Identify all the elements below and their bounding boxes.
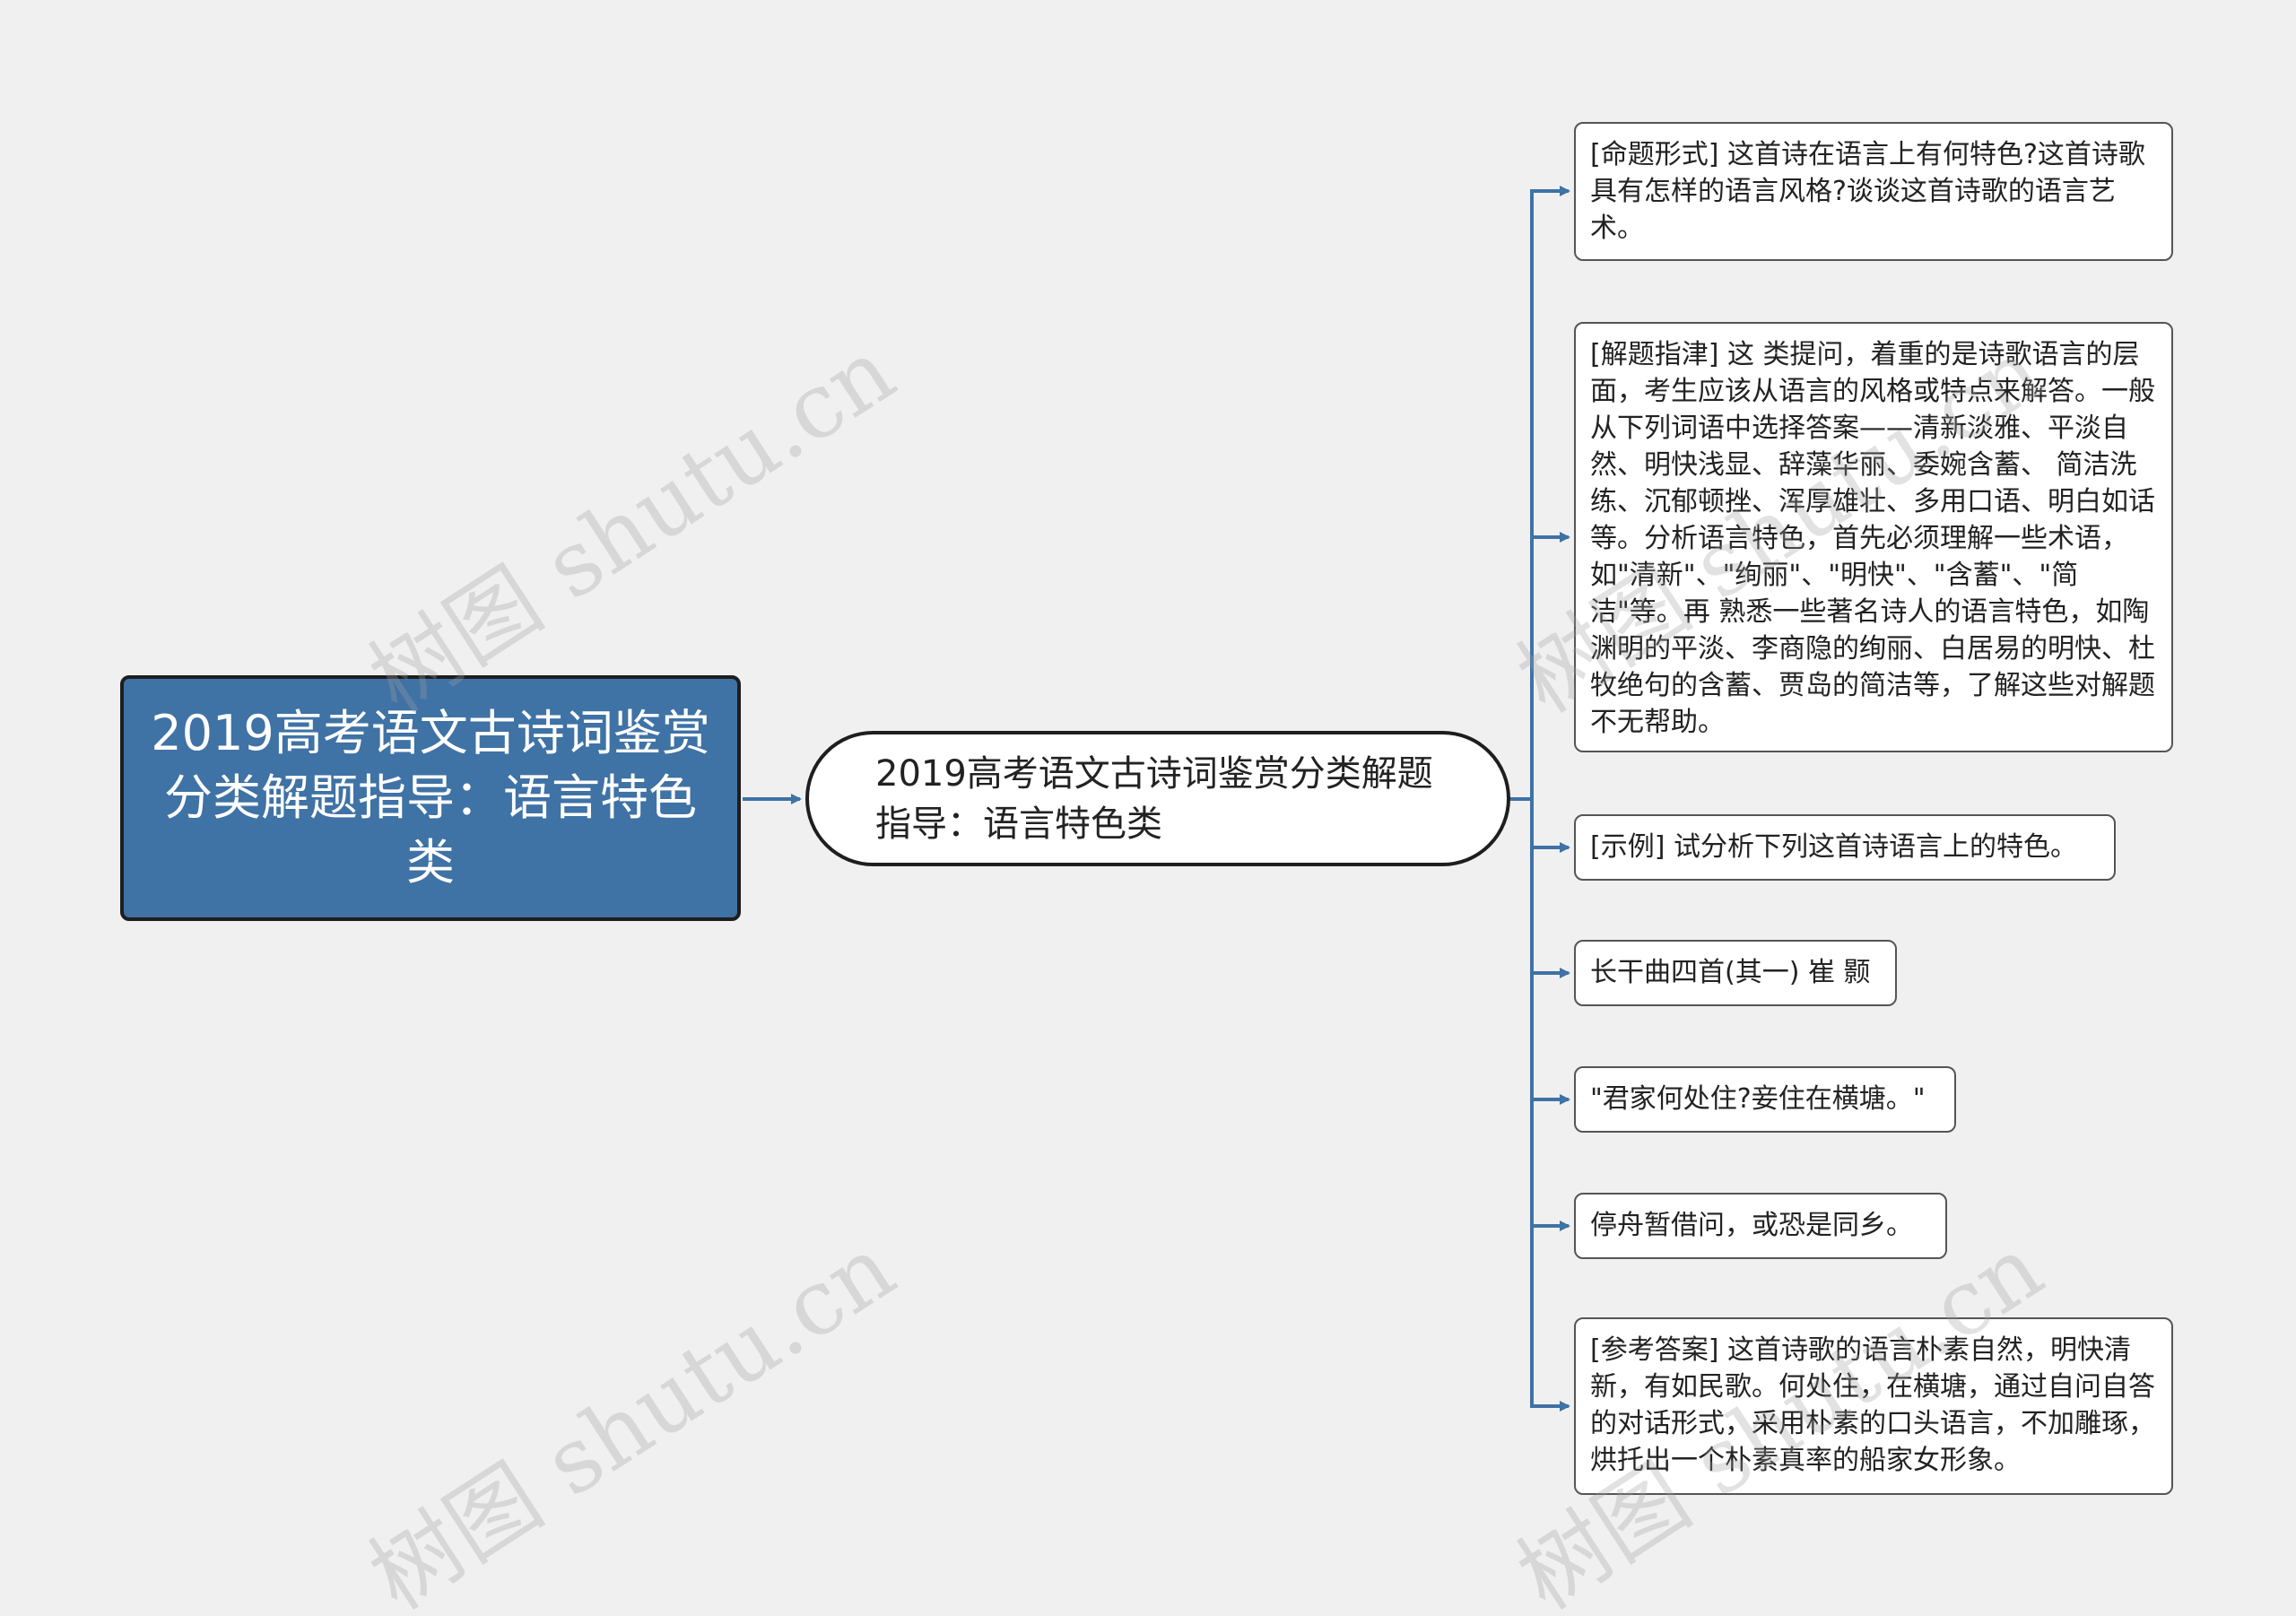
leaf-text: [参考答案] 这首诗歌的语言朴素自然，明快清新，有如民歌。何处住，在横塘，通过自… xyxy=(1590,1334,2155,1476)
mindmap-canvas: 2019高考语文古诗词鉴赏分类解题指导：语言特色类 2019高考语文古诗词鉴赏分… xyxy=(0,0,2296,1616)
leaf-text: [解题指津] 这 类提问，着重的是诗歌语言的层面，考生应该从语言的风格或特点来解… xyxy=(1590,339,2155,738)
leaf-node-reference-answer[interactable]: [参考答案] 这首诗歌的语言朴素自然，明快清新，有如民歌。何处住，在横塘，通过自… xyxy=(1574,1317,2173,1495)
leaf-node-poem-title[interactable]: 长干曲四首(其一) 崔 颢 xyxy=(1574,940,1897,1006)
leaf-node-poem-line-1[interactable]: "君家何处住?妾住在横塘。" xyxy=(1574,1066,1956,1133)
leaf-node-solving-guide[interactable]: [解题指津] 这 类提问，着重的是诗歌语言的层面，考生应该从语言的风格或特点来解… xyxy=(1574,322,2173,752)
leaf-text: [示例] 试分析下列这首诗语言上的特色。 xyxy=(1590,831,2077,863)
root-node[interactable]: 2019高考语文古诗词鉴赏分类解题指导：语言特色类 xyxy=(120,675,741,921)
root-node-label: 2019高考语文古诗词鉴赏分类解题指导：语言特色类 xyxy=(151,705,710,891)
leaf-text: [命题形式] 这首诗在语言上有何特色?这首诗歌具有怎样的语言风格?谈谈这首诗歌的… xyxy=(1590,139,2145,244)
leaf-text: 长干曲四首(其一) 崔 颢 xyxy=(1590,957,1871,988)
leaf-node-poem-line-2[interactable]: 停舟暂借问，或恐是同乡。 xyxy=(1574,1193,1947,1259)
leaf-text: "君家何处住?妾住在横塘。" xyxy=(1590,1083,1926,1115)
leaf-node-question-form[interactable]: [命题形式] 这首诗在语言上有何特色?这首诗歌具有怎样的语言风格?谈谈这首诗歌的… xyxy=(1574,122,2173,261)
leaf-text: 停舟暂借问，或恐是同乡。 xyxy=(1590,1210,1913,1241)
topic-node-label: 2019高考语文古诗词鉴赏分类解题指导：语言特色类 xyxy=(875,752,1433,845)
leaf-node-example[interactable]: [示例] 试分析下列这首诗语言上的特色。 xyxy=(1574,814,2116,881)
topic-node[interactable]: 2019高考语文古诗词鉴赏分类解题指导：语言特色类 xyxy=(805,731,1510,866)
